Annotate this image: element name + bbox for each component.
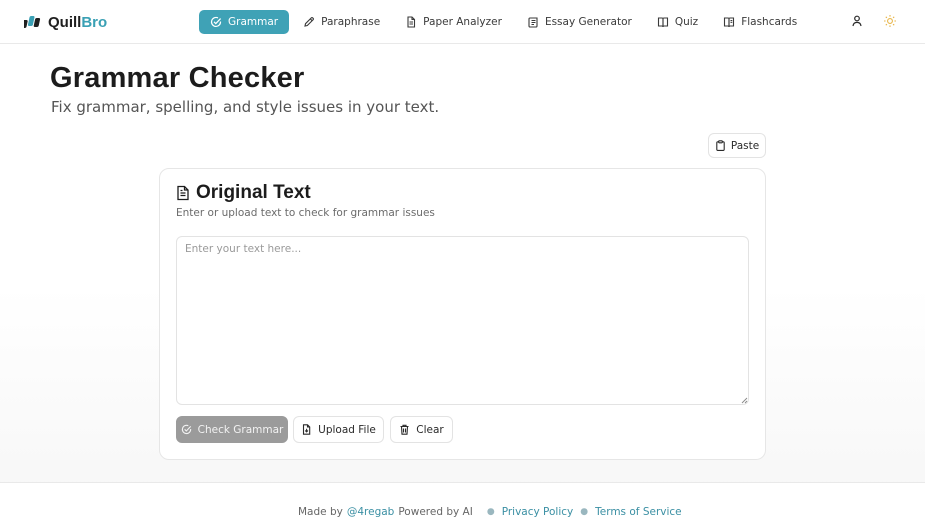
footer-powered-by: Powered by AI [398,506,473,518]
book-open-icon [724,17,735,28]
paste-button-label: Paste [730,139,760,152]
footer: Made by @4regab Powered by AI ● Privacy … [0,482,925,520]
sun-icon[interactable] [883,14,897,28]
author-link[interactable]: @4regab [347,506,395,518]
card-description: Enter or upload text to check for gramma… [176,207,435,219]
resize-handle-icon[interactable] [740,396,748,404]
separator-dot: ● [486,507,495,517]
nav-item-label: Paraphrase [321,16,381,28]
separator-dot: ● [580,507,589,517]
logo-icon [24,16,41,28]
file-upload-icon [303,424,311,435]
check-circle-icon [210,16,222,27]
text-input[interactable] [176,236,749,405]
clipboard-icon [716,140,725,151]
page-subtitle: Fix grammar, spelling, and style issues … [51,98,440,116]
card-title-text: Original Text [196,182,311,203]
upload-file-label: Upload File [318,423,376,436]
nav-item-grammar[interactable]: Grammar [199,10,290,34]
nav-item-paper-analyzer[interactable]: Paper Analyzer [394,10,513,34]
clear-button[interactable]: Clear [390,416,453,443]
clear-label: Clear [416,423,444,436]
check-grammar-button[interactable]: Check Grammar [176,416,288,443]
action-buttons: Check Grammar Upload File Clear [176,416,453,443]
nav-item-flashcards[interactable]: Flashcards [712,10,808,34]
original-text-card: Original Text Enter or upload text to ch… [159,168,766,460]
page-title: Grammar Checker [50,62,305,94]
nav-item-label: Grammar [228,16,279,28]
nav-item-label: Essay Generator [544,16,632,28]
logo[interactable]: QuillBro [24,12,107,32]
nav-item-label: Flashcards [741,16,798,28]
book-icon [657,17,668,28]
document-text-icon [177,185,189,201]
document-icon [407,16,416,28]
nav-item-quiz[interactable]: Quiz [646,10,709,34]
terms-of-service-link[interactable]: Terms of Service [595,506,682,518]
nav-item-paraphrase[interactable]: Paraphrase [292,10,391,34]
trash-icon [400,424,409,435]
logo-text-suffix: Bro [81,13,108,31]
nav-item-essay-generator[interactable]: Essay Generator [516,10,643,34]
logo-text-prefix: Quill [48,13,82,31]
pencil-icon [304,17,315,27]
logo-text: QuillBro [48,14,107,31]
check-grammar-label: Check Grammar [197,423,284,436]
footer-made-by: Made by [298,506,343,518]
check-circle-icon [181,424,191,435]
card-title: Original Text [176,182,311,204]
nav-item-label: Paper Analyzer [423,16,502,28]
scroll-icon [528,17,538,28]
footer-line: Made by @4regab Powered by AI ● Privacy … [298,506,682,518]
privacy-policy-link[interactable]: Privacy Policy [502,506,574,518]
main-nav: Grammar Paraphrase Paper Analyzer Essay … [199,10,808,34]
upload-file-button[interactable]: Upload File [293,416,384,443]
top-navbar: QuillBro Grammar Paraphrase Paper Analyz… [0,0,925,44]
nav-item-label: Quiz [674,16,699,28]
paste-button[interactable]: Paste [708,133,766,158]
user-icon[interactable] [850,14,864,28]
